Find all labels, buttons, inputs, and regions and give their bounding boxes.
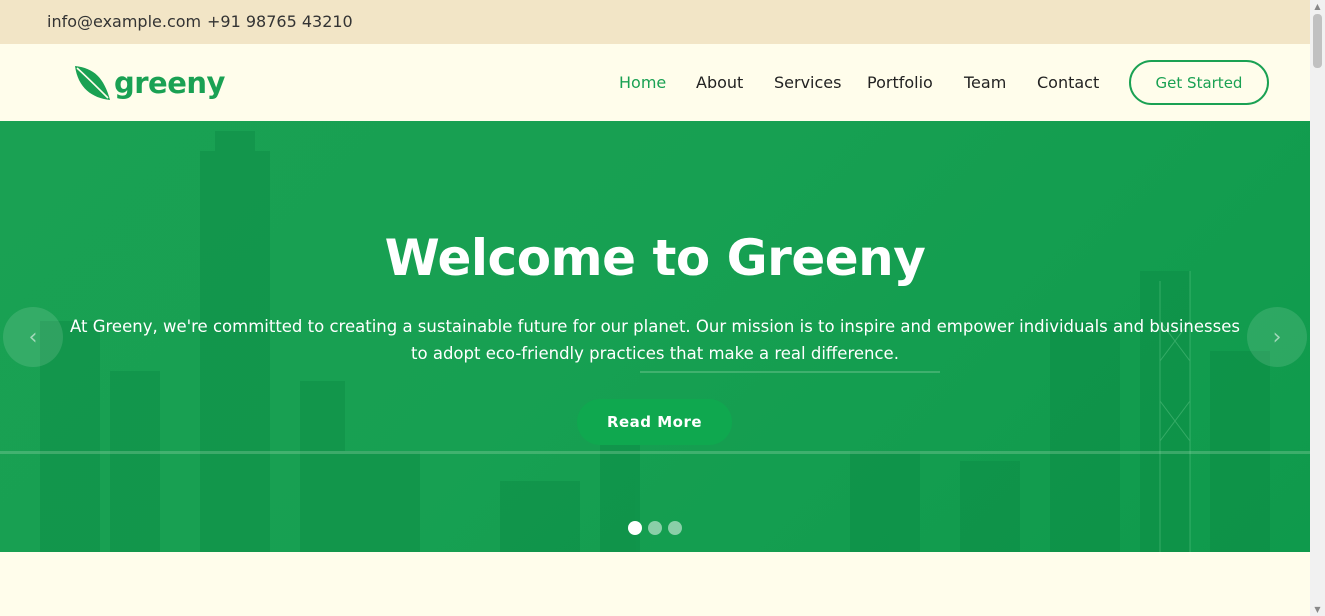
get-started-button[interactable]: Get Started [1129,60,1269,105]
read-more-button[interactable]: Read More [577,399,732,445]
nav-team[interactable]: Team [964,73,1006,92]
contact-phone[interactable]: +91 98765 43210 [207,12,353,31]
leaf-icon [75,66,110,100]
scrollbar-thumb[interactable] [1313,14,1322,68]
site-header: greeny Home About Services Portfolio Tea… [0,44,1310,121]
nav-home[interactable]: Home [619,73,666,92]
hero-text: At Greeny, we're committed to creating a… [70,317,1240,363]
carousel-indicators [628,521,682,535]
scroll-up-arrow-icon[interactable]: ▲ [1313,2,1322,11]
hero-title: Welcome to Greeny [384,229,926,287]
carousel-dot-1[interactable] [628,521,642,535]
nav-services[interactable]: Services [774,73,841,92]
carousel-dot-2[interactable] [648,521,662,535]
nav-contact[interactable]: Contact [1037,73,1099,92]
contact-email[interactable]: info@example.com [47,12,201,31]
chevron-left-icon: ‹ [28,324,38,350]
logo[interactable]: greeny [72,62,225,104]
chevron-right-icon: › [1272,324,1282,350]
nav-portfolio[interactable]: Portfolio [867,73,933,92]
carousel-dot-3[interactable] [668,521,682,535]
carousel-next-button[interactable]: › [1247,307,1307,367]
hero-carousel: ‹ › Welcome to Greeny At Greeny, we're c… [0,121,1310,552]
scroll-down-arrow-icon[interactable]: ▼ [1313,605,1322,614]
nav-about[interactable]: About [696,73,743,92]
top-bar: info@example.com +91 98765 43210 [0,0,1310,44]
carousel-prev-button[interactable]: ‹ [3,307,63,367]
brand-name: greeny [114,66,225,100]
page-scrollbar[interactable]: ▲ ▼ [1310,0,1325,616]
